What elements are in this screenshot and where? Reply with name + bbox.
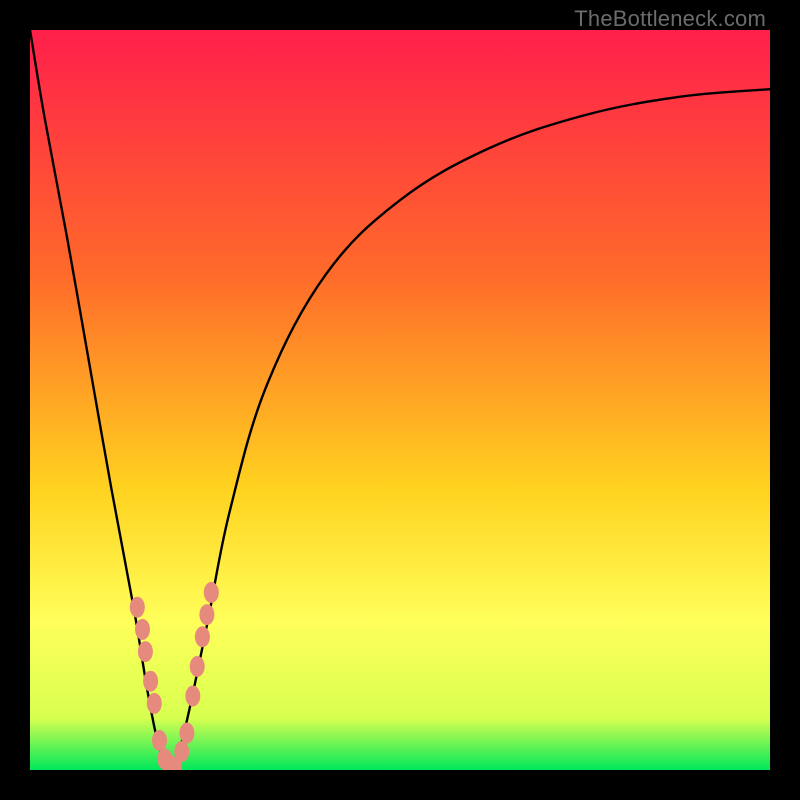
marker-point — [204, 582, 219, 603]
marker-point — [174, 741, 189, 762]
marker-point — [135, 619, 150, 640]
curve-layer — [30, 30, 770, 770]
marker-point — [195, 626, 210, 647]
plot-area — [30, 30, 770, 770]
marker-point — [179, 723, 194, 744]
highlight-markers — [130, 582, 219, 770]
marker-point — [138, 641, 153, 662]
watermark-text: TheBottleneck.com — [574, 6, 766, 32]
marker-point — [143, 671, 158, 692]
marker-point — [147, 693, 162, 714]
marker-point — [185, 686, 200, 707]
marker-point — [190, 656, 205, 677]
marker-point — [152, 730, 167, 751]
marker-point — [199, 604, 214, 625]
chart-stage: TheBottleneck.com — [0, 0, 800, 800]
marker-point — [130, 597, 145, 618]
